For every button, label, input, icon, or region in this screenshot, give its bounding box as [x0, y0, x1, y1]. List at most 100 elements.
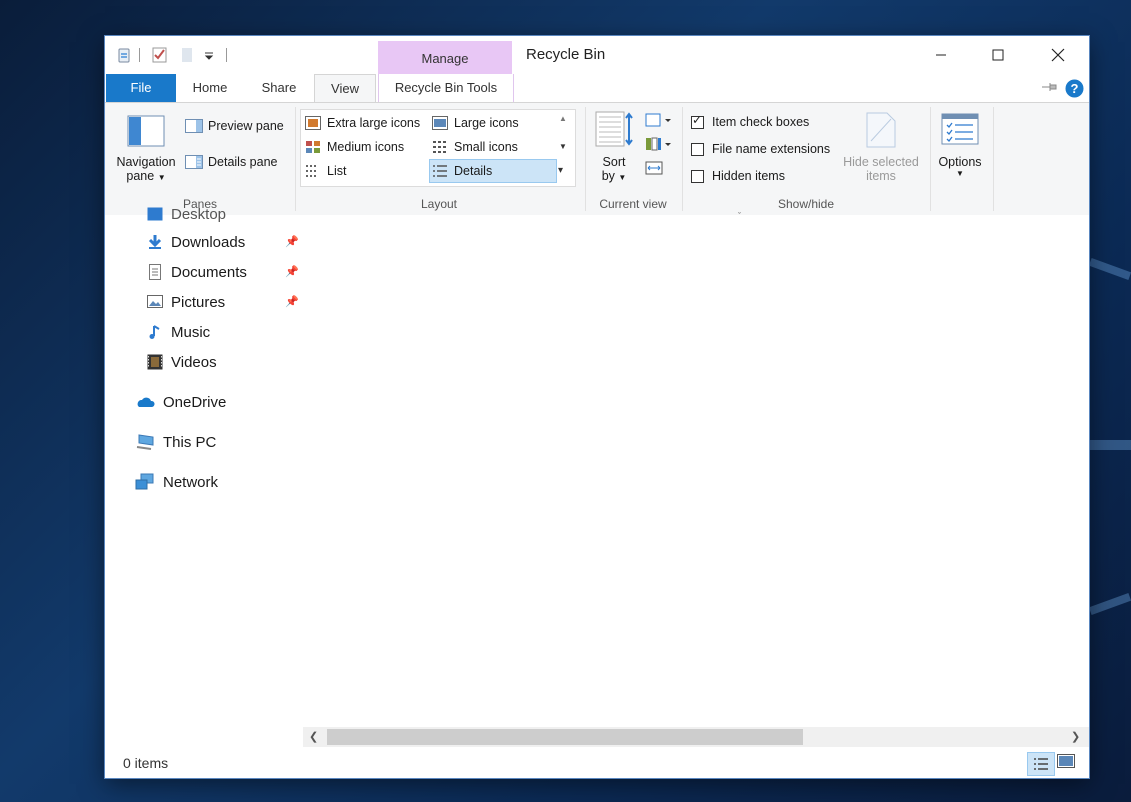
details-view-button[interactable] [1027, 752, 1055, 776]
horizontal-scrollbar[interactable]: ❮ ❯ [303, 727, 1089, 747]
maximize-button[interactable] [975, 36, 1021, 74]
details-pane-button[interactable]: Details pane [185, 155, 278, 169]
item-count: 0 items [123, 755, 169, 771]
nav-item-network[interactable]: Network [135, 469, 218, 495]
pin-icon[interactable]: 📌 [285, 265, 299, 278]
hide-selected-items-button[interactable]: Hide selected items [839, 155, 923, 183]
tab-file[interactable]: File [106, 74, 176, 102]
layout-group-label: Layout [420, 197, 458, 211]
sort-by-icon[interactable] [595, 111, 635, 152]
navigation-pane-icon[interactable] [127, 115, 165, 150]
hidden-items-option[interactable]: Hidden items [691, 169, 785, 183]
tab-recycle-bin-tools[interactable]: Recycle Bin Tools [378, 74, 514, 102]
nav-item-network-label: Network [163, 473, 219, 491]
scroll-left-icon[interactable]: ❮ [309, 730, 318, 743]
layout-gallery: Extra large icons Large icons Medium ico… [300, 109, 576, 187]
tab-share[interactable]: Share [251, 74, 307, 102]
layout-list[interactable]: List [305, 160, 346, 182]
nav-item-desktop[interactable]: Desktop [147, 201, 226, 227]
ribbon: Navigation pane ▼ Preview pane Details p… [105, 102, 1089, 216]
scroll-up-icon[interactable]: ▲ [559, 114, 567, 123]
maximize-icon [992, 49, 1004, 61]
new-folder-icon[interactable] [179, 44, 195, 66]
hidden-items-checkbox[interactable] [691, 169, 704, 183]
file-explorer-window: Manage Recycle Bin File Home Share View … [105, 36, 1089, 778]
network-icon [135, 473, 154, 490]
close-icon [1051, 48, 1065, 62]
layout-extra-large-icons[interactable]: Extra large icons [305, 112, 420, 134]
add-columns-icon[interactable] [645, 137, 673, 156]
file-name-extensions-option[interactable]: File name extensions [691, 142, 830, 156]
pin-icon[interactable]: 📌 [285, 295, 299, 308]
layout-medium-icons[interactable]: Medium icons [305, 136, 404, 158]
desktop-light-beam [1088, 593, 1131, 615]
nav-item-documents[interactable]: Documents [147, 259, 247, 285]
expand-gallery-icon[interactable]: ▾ [558, 165, 563, 176]
svg-text:?: ? [1071, 81, 1079, 96]
layout-details-label: Details [454, 164, 493, 178]
large-icons-view-button[interactable] [1057, 754, 1075, 773]
options-label: Options [938, 155, 982, 169]
nav-item-this-pc[interactable]: This PC [135, 429, 216, 455]
nav-item-downloads[interactable]: Downloads [147, 229, 245, 255]
preview-pane-button[interactable]: Preview pane [185, 119, 284, 133]
options-icon[interactable] [941, 113, 979, 148]
scrollbar-thumb[interactable] [327, 729, 803, 745]
hide-selected-items-icon [865, 111, 897, 152]
chevron-down-icon: ▼ [618, 173, 627, 182]
group-by-icon[interactable] [645, 113, 673, 132]
nav-item-videos[interactable]: Videos [147, 349, 217, 375]
music-icon [149, 325, 160, 339]
sort-by-label-1: Sort [602, 155, 626, 169]
file-name-extensions-checkbox[interactable] [691, 142, 704, 156]
minimize-icon [936, 54, 946, 56]
navigation-pane: Desktop Downloads 📌 Documents 📌 Pictures… [105, 206, 303, 727]
layout-small-icons-label: Small icons [454, 140, 518, 154]
tab-view[interactable]: View [314, 74, 376, 104]
desktop-light-beam [1089, 440, 1131, 450]
chevron-down-icon: ▼ [956, 169, 964, 178]
small-icons-icon [433, 141, 446, 153]
nav-item-videos-label: Videos [171, 353, 217, 371]
item-check-boxes-option[interactable]: Item check boxes [691, 113, 809, 129]
nav-item-music[interactable]: Music [147, 319, 210, 345]
navigation-pane-label-1: Navigation [116, 155, 176, 169]
tab-home[interactable]: Home [183, 74, 237, 102]
pin-icon[interactable]: 📌 [285, 235, 299, 248]
navigation-pane-label-2-row: pane ▼ [115, 169, 177, 183]
layout-extra-large-icons-label: Extra large icons [327, 116, 421, 130]
nav-item-onedrive-label: OneDrive [163, 393, 227, 411]
nav-item-onedrive[interactable]: OneDrive [135, 389, 226, 415]
scroll-right-icon[interactable]: ❯ [1071, 730, 1080, 743]
minimize-button[interactable] [918, 36, 964, 74]
options-button[interactable]: Options ▼ [931, 155, 989, 178]
file-list-area[interactable]: ˇ [303, 211, 1089, 727]
item-check-boxes-checkbox[interactable] [691, 113, 704, 129]
layout-details[interactable]: Details [429, 159, 557, 183]
this-pc-icon [136, 434, 154, 450]
chevron-down-icon: ▼ [157, 173, 166, 182]
navigation-pane-button[interactable]: Navigation pane ▼ [115, 155, 177, 183]
layout-large-icons[interactable]: Large icons [432, 112, 519, 134]
hide-selected-label-1: Hide selected [843, 155, 919, 169]
chevron-down-icon[interactable] [203, 44, 215, 66]
layout-small-icons[interactable]: Small icons [432, 136, 518, 158]
details-view-icon [1034, 758, 1048, 770]
preview-pane-icon [185, 119, 203, 133]
size-columns-to-fit-icon[interactable] [645, 161, 665, 180]
navigation-pane-label-2: pane [126, 169, 155, 183]
manage-tab[interactable]: Manage [378, 41, 512, 74]
layout-list-label: List [327, 164, 347, 178]
group-separator [295, 107, 296, 211]
close-button[interactable] [1035, 36, 1081, 74]
nav-item-pictures[interactable]: Pictures [147, 289, 225, 315]
help-icon[interactable]: ? [1065, 79, 1084, 101]
sort-by-button[interactable]: Sort by ▼ [595, 155, 633, 183]
pin-ribbon-icon[interactable] [1041, 80, 1059, 97]
scroll-down-icon[interactable]: ▼ [559, 142, 567, 151]
documents-icon [149, 264, 161, 280]
preview-pane-label: Preview pane [208, 119, 284, 133]
recycle-bin-icon[interactable] [115, 44, 133, 66]
properties-icon[interactable] [151, 44, 169, 66]
list-icon [306, 165, 316, 177]
